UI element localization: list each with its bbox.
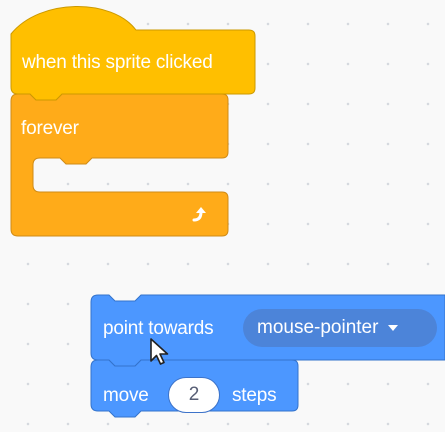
mouse-pointer-icon <box>149 337 171 372</box>
steps-label: steps <box>232 385 277 406</box>
hat-block-label: when this sprite clicked <box>22 52 213 73</box>
scripts-workspace[interactable]: when this sprite clicked forever point t… <box>0 0 445 432</box>
steps-input[interactable]: 2 <box>168 377 220 413</box>
point-towards-label: point towards <box>103 318 214 339</box>
dropdown-value: mouse-pointer <box>257 317 379 338</box>
forever-block-label: forever <box>21 118 79 139</box>
loop-arrow-icon <box>190 205 210 230</box>
move-label: move <box>103 385 149 406</box>
steps-value: 2 <box>188 384 200 405</box>
chevron-down-icon <box>388 325 399 331</box>
point-towards-target-dropdown[interactable]: mouse-pointer <box>243 309 437 347</box>
